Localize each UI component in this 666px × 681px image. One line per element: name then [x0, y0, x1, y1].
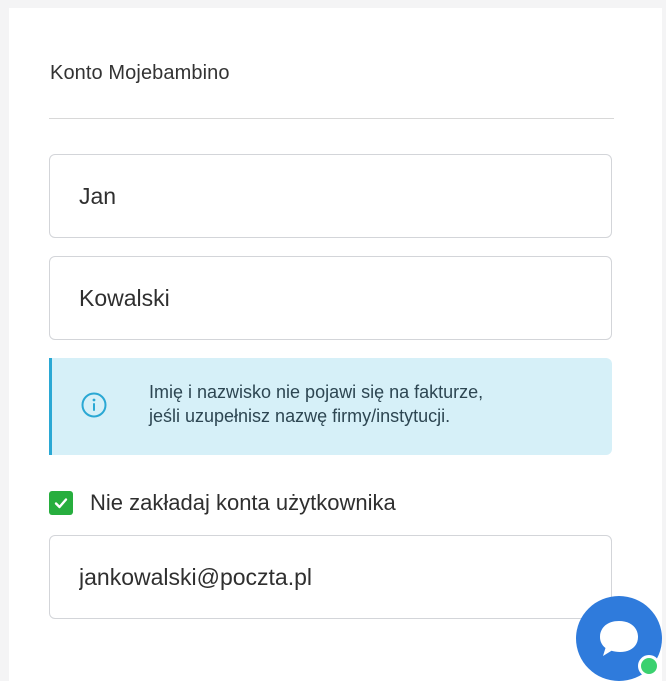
no-account-label[interactable]: Nie zakładaj konta użytkownika — [90, 490, 396, 516]
info-text: Imię i nazwisko nie pojawi się na faktur… — [149, 380, 604, 428]
chat-bubble-icon — [600, 620, 638, 656]
section-divider — [49, 118, 614, 119]
first-name-input[interactable] — [50, 155, 611, 237]
info-icon — [81, 392, 107, 418]
section-title: Konto Mojebambino — [50, 62, 230, 84]
no-account-option[interactable]: Nie zakładaj konta użytkownika — [49, 486, 396, 520]
last-name-input[interactable] — [50, 257, 611, 339]
info-text-line-1: Imię i nazwisko nie pojawi się na faktur… — [149, 382, 484, 402]
email-input[interactable] — [50, 536, 611, 618]
first-name-field[interactable] — [49, 154, 612, 238]
no-account-checkbox[interactable] — [49, 491, 73, 515]
last-name-field[interactable] — [49, 256, 612, 340]
email-field[interactable] — [49, 535, 612, 619]
info-text-line-2: jeśli uzupełnisz nazwę firmy/instytucji. — [149, 406, 451, 426]
invoice-info-box: Imię i nazwisko nie pojawi się na faktur… — [49, 358, 612, 455]
checkmark-icon — [54, 498, 68, 509]
account-section-card: Konto Mojebambino Imię i nazwisko nie po… — [9, 8, 662, 681]
online-status-dot — [638, 655, 660, 677]
